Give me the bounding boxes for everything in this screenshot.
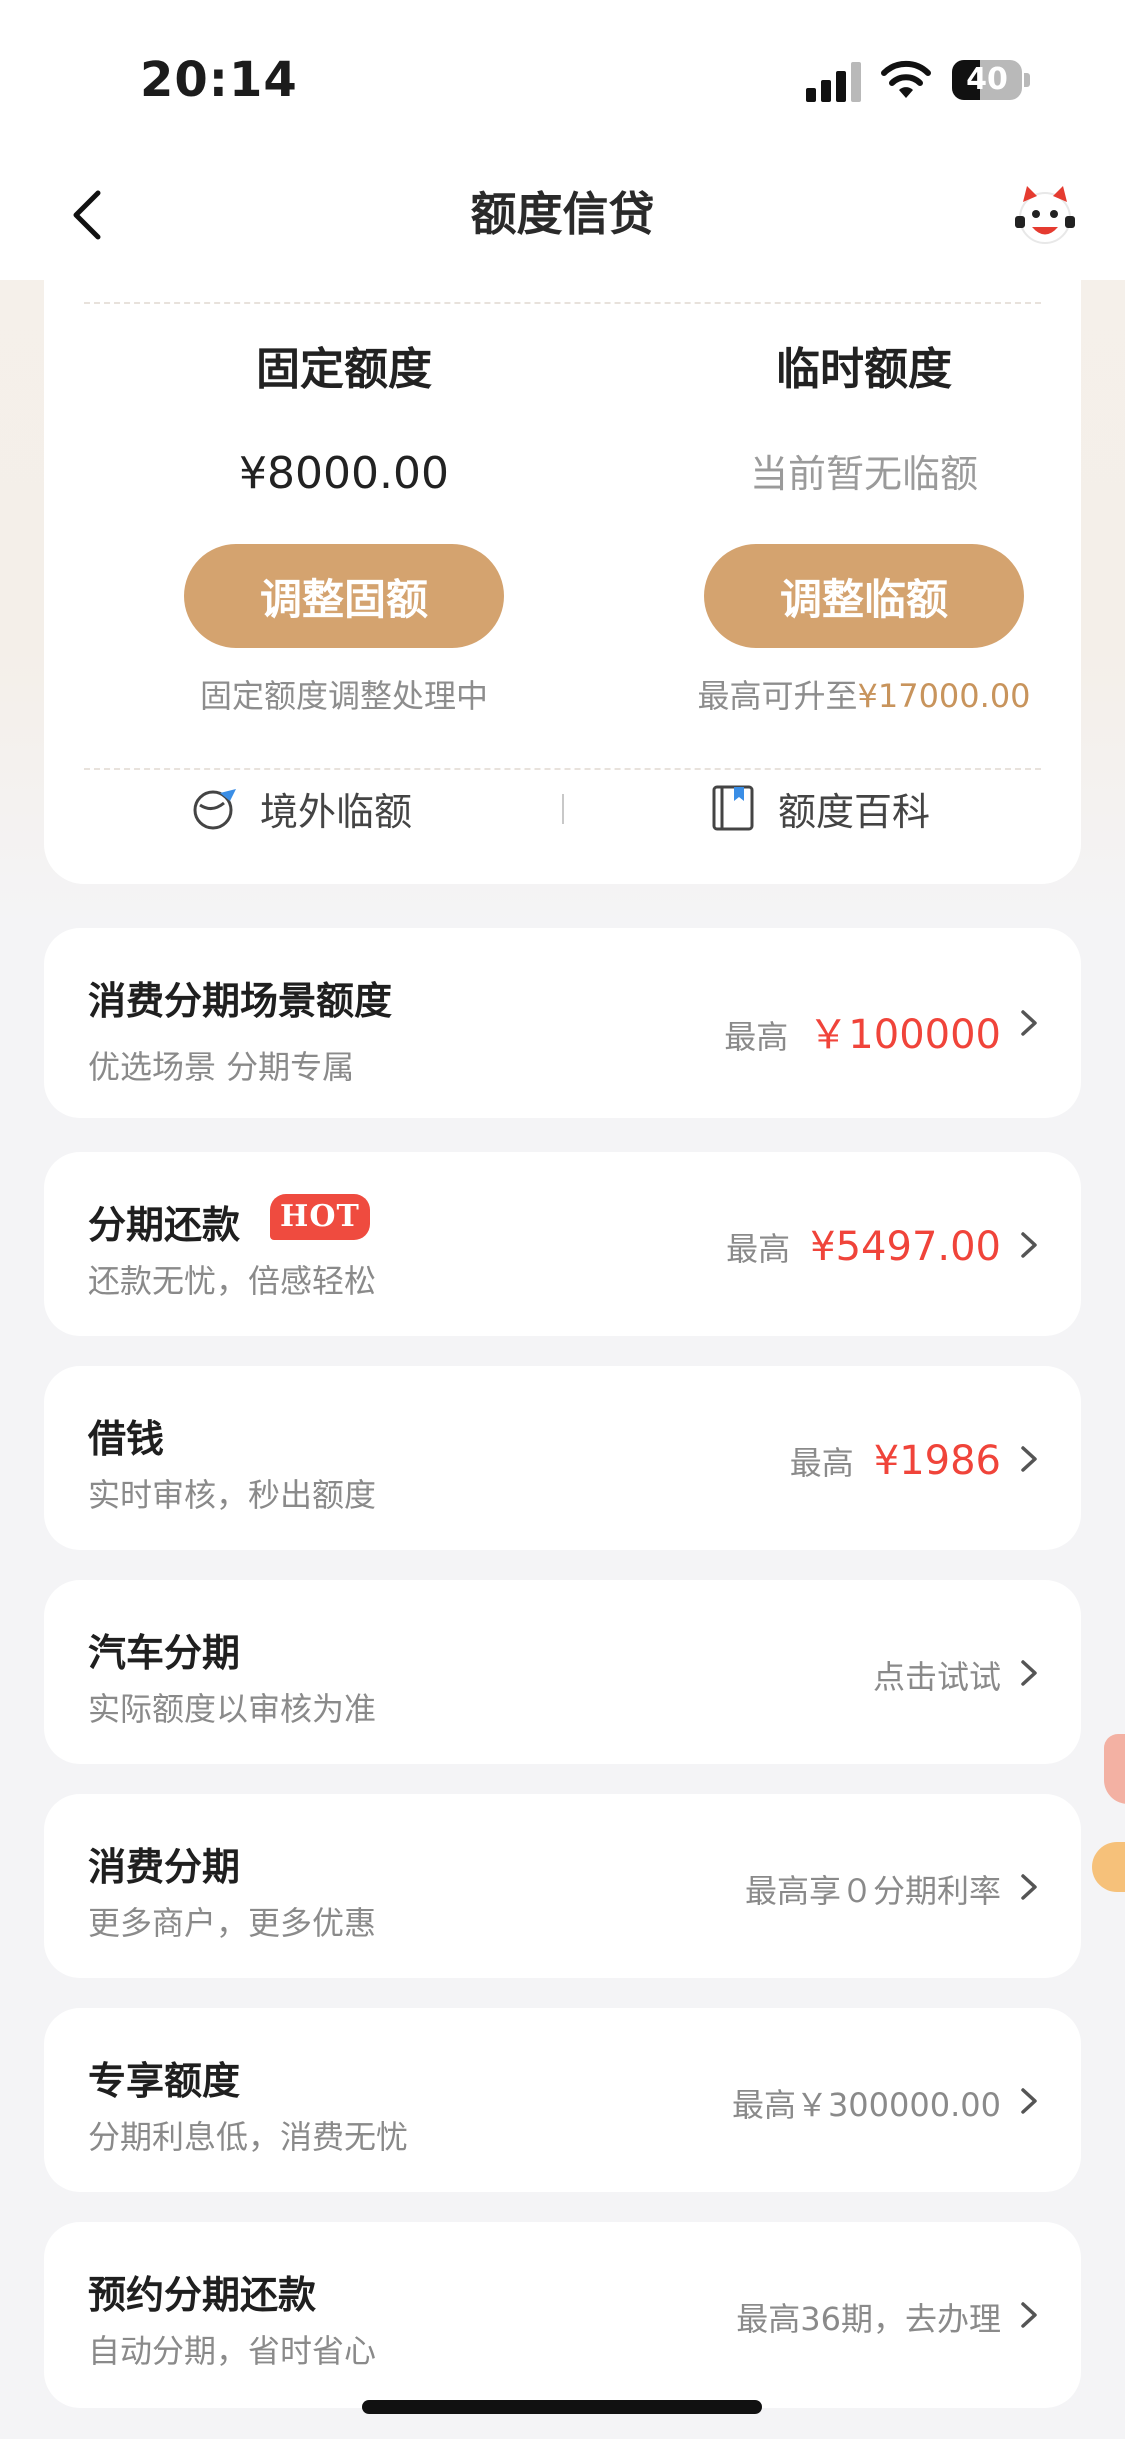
list-item-consumer-installment[interactable]: 消费分期 更多商户，更多优惠 最高享０分期利率	[44, 1794, 1081, 1978]
divider	[84, 768, 1041, 770]
fixed-quota-section: 固定额度 ¥8000.00 调整固额 固定额度调整处理中	[134, 340, 554, 718]
row-right-info: 最高 ￥100000	[724, 1002, 1001, 1060]
row-title: 专享额度	[88, 2059, 241, 2103]
row-subtitle: 优选场景 分期专属	[88, 1048, 355, 1086]
fixed-quota-title: 固定额度	[256, 344, 432, 395]
list-item-borrow-money[interactable]: 借钱 实时审核，秒出额度 最高 ¥1986	[44, 1366, 1081, 1550]
temp-quota-value: 当前暂无临额	[749, 452, 978, 496]
row-subtitle: 还款无忧，倍感轻松	[88, 1262, 377, 1300]
row-right-info: 最高享０分期利率	[745, 1866, 1001, 1912]
row-right-label: 最高36期，去办理	[736, 2300, 1001, 2338]
row-right-label: 最高	[724, 1018, 789, 1056]
row-amount: ¥5497.00	[810, 1224, 1001, 1270]
overseas-temp-quota-link[interactable]: 境外临额	[190, 778, 412, 838]
chevron-right-icon	[1021, 1010, 1037, 1036]
row-right-label: 最高享０分期利率	[744, 1872, 1001, 1910]
chevron-right-icon	[1021, 1874, 1037, 1900]
row-title: 消费分期	[88, 1845, 241, 1889]
mascot-cat-icon[interactable]	[1010, 180, 1080, 250]
fixed-quota-value: ¥8000.00	[239, 448, 449, 499]
status-bar: 20:14 40	[0, 0, 1125, 150]
chevron-right-icon	[1021, 1660, 1037, 1686]
row-right-info: 最高36期，去办理	[736, 2294, 1001, 2340]
status-time: 20:14	[140, 52, 298, 108]
row-right-info: 最高 ¥1986	[790, 1438, 1001, 1484]
floating-widget-decoration[interactable]	[1092, 1842, 1125, 1892]
chevron-right-icon	[1021, 1232, 1037, 1258]
temp-quota-section: 临时额度 当前暂无临额 调整临额 最高可升至¥17000.00	[654, 340, 1074, 718]
temp-quota-note-prefix: 最高可升至	[697, 677, 858, 715]
hot-badge: HOT	[270, 1194, 370, 1240]
chevron-right-icon	[1021, 1446, 1037, 1472]
quota-wiki-link[interactable]: 额度百科	[708, 778, 930, 838]
row-right-label: 最高￥300000.00	[731, 2086, 1001, 2124]
cellular-signal-icon	[806, 62, 862, 102]
quota-wiki-label: 额度百科	[778, 789, 931, 834]
row-title: 借钱	[88, 1417, 165, 1461]
row-subtitle: 实时审核，秒出额度	[88, 1476, 377, 1514]
row-title: 汽车分期	[88, 1631, 241, 1675]
row-title: 消费分期场景额度	[88, 979, 393, 1023]
row-right-info: 最高 ¥5497.00	[726, 1224, 1001, 1270]
row-subtitle: 分期利息低，消费无忧	[88, 2118, 409, 2156]
row-right-label: 最高	[726, 1230, 791, 1268]
list-item-scheduled-installment-repayment[interactable]: 预约分期还款 自动分期，省时省心 最高36期，去办理	[44, 2222, 1081, 2408]
divider	[84, 302, 1041, 304]
wifi-icon	[881, 60, 931, 98]
adjust-temp-quota-button[interactable]: 调整临额	[704, 544, 1024, 648]
row-subtitle: 自动分期，省时省心	[88, 2332, 377, 2370]
row-right-info: 最高￥300000.00	[732, 2080, 1001, 2126]
home-indicator	[362, 2400, 762, 2414]
row-title: 预约分期还款	[88, 2273, 317, 2317]
book-icon	[712, 785, 754, 831]
temp-quota-note: 最高可升至¥17000.00	[654, 674, 1074, 718]
list-item-installment-repayment[interactable]: 分期还款 HOT 还款无忧，倍感轻松 最高 ¥5497.00	[44, 1152, 1081, 1336]
page-title: 额度信贷	[470, 187, 655, 241]
nav-bar: 额度信贷	[0, 150, 1125, 280]
row-amount: ¥1986	[873, 1438, 1001, 1484]
battery-icon: 40	[952, 60, 1030, 100]
row-right-label: 点击试试	[872, 1658, 1001, 1696]
row-title: 分期还款	[88, 1203, 241, 1247]
battery-level: 40	[966, 62, 1008, 97]
globe-plane-icon	[193, 789, 236, 830]
divider	[562, 794, 564, 824]
list-item-auto-installment[interactable]: 汽车分期 实际额度以审核为准 点击试试	[44, 1580, 1081, 1764]
fixed-quota-note: 固定额度调整处理中	[199, 677, 488, 715]
list-item-exclusive-quota[interactable]: 专享额度 分期利息低，消费无忧 最高￥300000.00	[44, 2008, 1081, 2192]
list-item-scene-installment-quota[interactable]: 消费分期场景额度 优选场景 分期专属 最高 ￥100000	[44, 928, 1081, 1118]
adjust-fixed-quota-button[interactable]: 调整固额	[184, 544, 504, 648]
row-amount: ￥100000	[808, 1012, 1001, 1058]
temp-quota-title: 临时额度	[776, 344, 952, 395]
row-subtitle: 实际额度以审核为准	[88, 1690, 377, 1728]
chevron-right-icon	[1021, 2088, 1037, 2114]
overseas-temp-quota-label: 境外临额	[260, 789, 413, 834]
chevron-right-icon	[1021, 2302, 1037, 2328]
floating-widget-decoration[interactable]	[1104, 1734, 1125, 1804]
quick-links: 境外临额 额度百科	[44, 772, 1081, 844]
temp-quota-max-amount: ¥17000.00	[857, 677, 1031, 715]
row-subtitle: 更多商户，更多优惠	[88, 1904, 377, 1942]
row-right-label: 最高	[789, 1444, 854, 1482]
quota-card: 固定额度 ¥8000.00 调整固额 固定额度调整处理中 临时额度 当前暂无临额…	[44, 280, 1081, 884]
row-right-info: 点击试试	[873, 1652, 1001, 1698]
